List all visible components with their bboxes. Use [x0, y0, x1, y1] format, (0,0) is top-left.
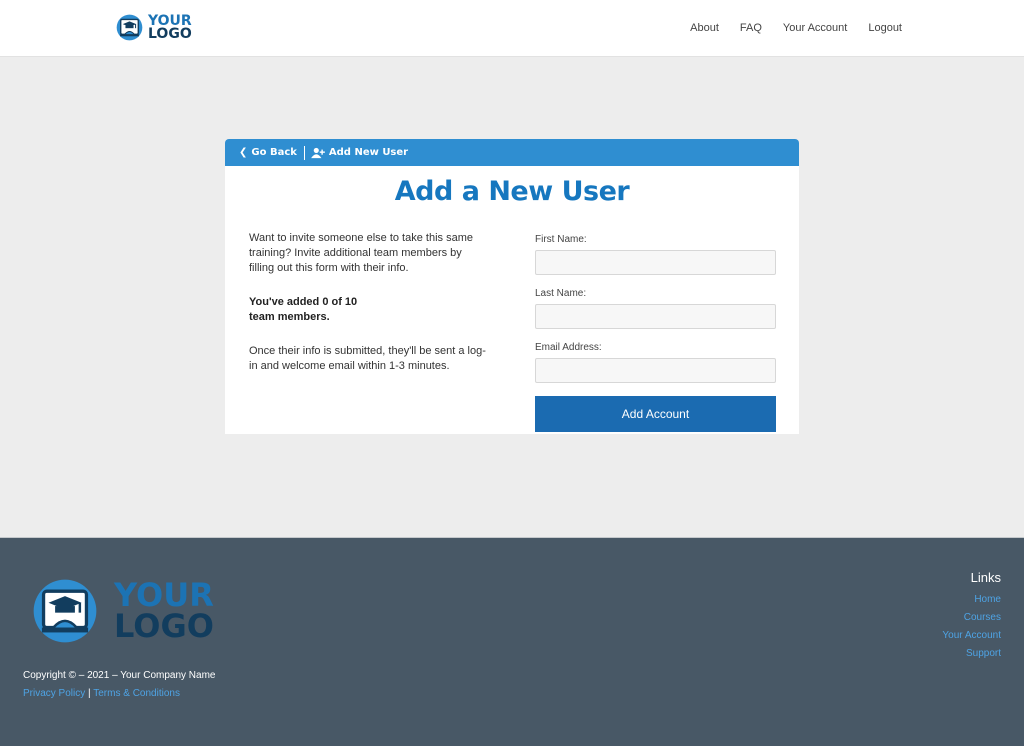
privacy-policy-link[interactable]: Privacy Policy: [23, 688, 85, 699]
main-nav: About FAQ Your Account Logout: [669, 22, 902, 34]
site-footer: YOUR LOGO Copyright © – 2021 – Your Comp…: [0, 537, 1024, 746]
terms-link[interactable]: Terms & Conditions: [93, 688, 180, 699]
header-logo[interactable]: YOUR LOGO: [116, 14, 192, 41]
chevron-left-icon: ❮: [239, 147, 248, 158]
logo-line-2: LOGO: [148, 25, 192, 42]
nav-about[interactable]: About: [690, 22, 719, 34]
footer-link-support[interactable]: Support: [942, 645, 1001, 663]
nav-logout[interactable]: Logout: [868, 22, 902, 34]
member-count-line-2: team members.: [249, 311, 330, 323]
member-count-text: You've added 0 of 10 team members.: [249, 295, 489, 325]
page-title: Add a New User: [394, 176, 630, 207]
intro-text: Want to invite someone else to take this…: [249, 232, 473, 274]
site-header: YOUR LOGO About FAQ Your Account Logout: [0, 0, 1024, 57]
go-back-link[interactable]: ❮ Go Back: [239, 147, 297, 158]
logo-text: YOUR LOGO: [148, 14, 192, 42]
email-field[interactable]: [535, 358, 776, 383]
footer-link-home[interactable]: Home: [942, 591, 1001, 609]
add-user-icon: [311, 147, 325, 158]
nav-your-account[interactable]: Your Account: [783, 22, 847, 34]
footer-logo-line-2: LOGO: [114, 607, 214, 645]
member-count-line-1: You've added 0 of 10: [249, 296, 358, 308]
footer-links-heading: Links: [970, 570, 1001, 585]
footer-link-your-account[interactable]: Your Account: [942, 627, 1001, 645]
go-back-label: Go Back: [251, 147, 297, 158]
copyright-text: Copyright © – 2021 – Your Company Name: [23, 670, 216, 681]
last-name-field[interactable]: [535, 304, 776, 329]
breadcrumb-current: Add New User: [328, 147, 409, 158]
last-name-label: Last Name:: [535, 288, 587, 299]
first-name-field[interactable]: [535, 250, 776, 275]
add-user-card: ❮ Go Back Add New User Add a New User Wa…: [225, 139, 799, 434]
add-user-form: First Name: Last Name: Email Address: Ad…: [535, 234, 776, 432]
note-text: Once their info is submitted, they'll be…: [249, 345, 486, 372]
intro-column: Want to invite someone else to take this…: [249, 231, 489, 393]
nav-faq[interactable]: FAQ: [740, 22, 762, 34]
footer-link-courses[interactable]: Courses: [942, 609, 1001, 627]
legal-divider: |: [88, 688, 91, 699]
card-breadcrumb-bar: ❮ Go Back Add New User: [225, 139, 799, 166]
footer-logo: YOUR LOGO: [32, 578, 214, 644]
first-name-label: First Name:: [535, 234, 587, 245]
breadcrumb-separator: [303, 145, 305, 160]
add-account-button[interactable]: Add Account: [535, 396, 776, 432]
footer-links: Links Home Courses Your Account Support: [942, 570, 1001, 663]
legal-links: Privacy Policy | Terms & Conditions: [23, 688, 180, 699]
email-label: Email Address:: [535, 342, 602, 353]
footer-logo-text: YOUR LOGO: [114, 579, 214, 645]
graduation-cap-icon: [116, 14, 143, 41]
graduation-cap-icon: [33, 579, 97, 643]
